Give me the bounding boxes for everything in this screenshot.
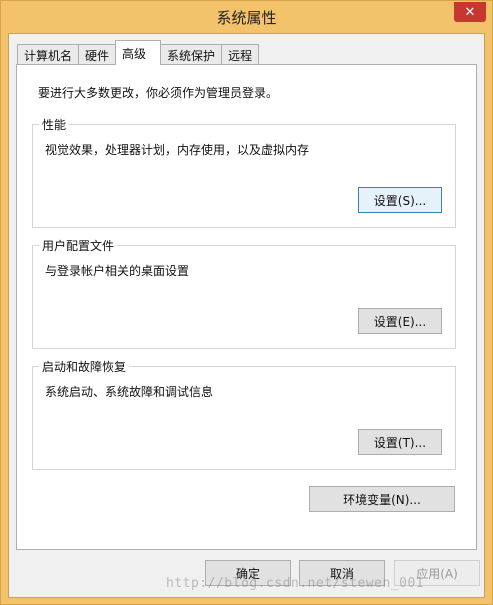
tab-hardware[interactable]: 硬件: [78, 44, 117, 65]
user-profiles-description: 与登录帐户相关的桌面设置: [45, 264, 190, 278]
startup-recovery-group: 启动和故障恢复 系统启动、系统故障和调试信息 设置(T)...: [32, 358, 456, 470]
tab-advanced[interactable]: 高级: [115, 40, 162, 65]
startup-recovery-description: 系统启动、系统故障和调试信息: [45, 385, 214, 399]
title-bar[interactable]: 系统属性 ✕: [1, 1, 492, 33]
user-profiles-settings-button[interactable]: 设置(E)...: [358, 308, 442, 334]
performance-group-label: 性能: [39, 116, 70, 133]
environment-variables-button[interactable]: 环境变量(N)...: [309, 486, 455, 512]
performance-description: 视觉效果，处理器计划，内存使用，以及虚拟内存: [45, 143, 310, 157]
system-properties-window: 系统属性 ✕ 计算机名 硬件 高级 系统保护 远程 要进行大多数更改，你必须作为…: [0, 0, 493, 605]
tab-computer-name[interactable]: 计算机名: [17, 44, 80, 65]
advanced-tab-panel: 要进行大多数更改，你必须作为管理员登录。 性能 视觉效果，处理器计划，内存使用，…: [16, 64, 477, 550]
dialog-client-area: 计算机名 硬件 高级 系统保护 远程 要进行大多数更改，你必须作为管理员登录。 …: [8, 33, 485, 598]
tab-system-protection[interactable]: 系统保护: [160, 44, 223, 65]
tab-strip: 计算机名 硬件 高级 系统保护 远程: [17, 40, 260, 65]
close-button[interactable]: ✕: [454, 2, 486, 22]
startup-recovery-settings-button[interactable]: 设置(T)...: [358, 429, 442, 455]
user-profiles-group-label: 用户配置文件: [39, 237, 118, 254]
performance-settings-button[interactable]: 设置(S)...: [358, 187, 442, 213]
tab-remote[interactable]: 远程: [221, 44, 260, 65]
window-title: 系统属性: [216, 9, 277, 27]
admin-notice: 要进行大多数更改，你必须作为管理员登录。: [38, 86, 279, 100]
user-profiles-group: 用户配置文件 与登录帐户相关的桌面设置 设置(E)...: [32, 237, 456, 349]
watermark-text: http://blog.csdn.net/stewen_001: [166, 576, 425, 591]
startup-recovery-group-label: 启动和故障恢复: [39, 358, 130, 375]
performance-group: 性能 视觉效果，处理器计划，内存使用，以及虚拟内存 设置(S)...: [32, 116, 456, 228]
close-icon: ✕: [464, 4, 476, 20]
